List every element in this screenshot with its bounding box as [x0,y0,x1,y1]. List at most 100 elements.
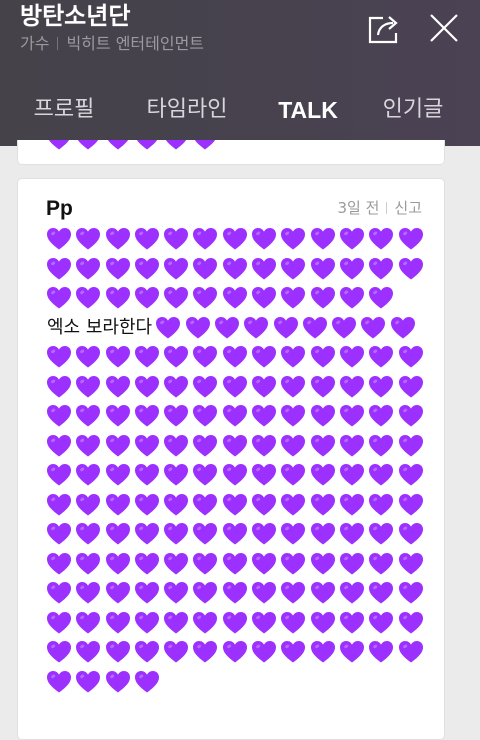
purple-heart-emoji [310,434,335,456]
purple-heart-emoji [164,582,189,604]
purple-heart-emoji [369,493,394,515]
purple-heart-emoji [134,434,159,456]
purple-heart-emoji [310,493,335,515]
share-button[interactable] [364,8,404,48]
purple-heart-emoji [398,464,423,486]
purple-heart-emoji [105,611,130,633]
purple-heart-emoji [369,346,394,368]
category-label: 가수 [20,34,50,53]
purple-heart-emoji [369,287,394,309]
purple-heart-emoji [390,316,415,338]
purple-heart-emoji [281,375,306,397]
purple-heart-emoji [164,611,189,633]
purple-heart-emoji [105,257,130,279]
tab-timeline[interactable]: 타임라인 [143,80,231,146]
purple-heart-emoji [134,523,159,545]
tab-popular[interactable]: 인기글 [380,80,446,146]
purple-heart-emoji [273,316,298,338]
purple-heart-emoji [252,434,277,456]
purple-heart-emoji [369,405,394,427]
purple-heart-emoji [339,552,364,574]
purple-heart-emoji [47,611,71,633]
close-button[interactable] [424,8,464,48]
purple-heart-emoji [78,140,99,150]
purple-heart-emoji [105,375,130,397]
purple-heart-emoji [281,346,306,368]
purple-heart-emoji [193,346,218,368]
purple-heart-emoji [134,228,159,250]
purple-heart-emoji [398,611,423,633]
purple-heart-emoji [134,287,159,309]
purple-heart-emoji [193,493,218,515]
purple-heart-emoji [252,464,277,486]
purple-heart-emoji [193,611,218,633]
purple-heart-emoji [193,552,218,574]
purple-heart-emoji [193,464,218,486]
purple-heart-emoji [193,434,218,456]
purple-heart-emoji [222,464,247,486]
close-icon [430,14,458,42]
purple-heart-emoji [47,434,71,456]
purple-heart-emoji [134,464,159,486]
tab-profile[interactable]: 프로필 [32,80,96,146]
purple-heart-emoji [339,582,364,604]
purple-heart-emoji [164,228,189,250]
purple-heart-emoji [398,552,423,574]
purple-heart-emoji [369,257,394,279]
purple-heart-emoji [252,523,277,545]
purple-heart-emoji [339,346,364,368]
purple-heart-emoji [105,582,130,604]
purple-heart-emoji [339,287,364,309]
purple-heart-emoji [222,582,247,604]
purple-heart-emoji [222,434,247,456]
purple-heart-emoji [252,346,277,368]
purple-heart-emoji [310,464,335,486]
purple-heart-emoji [398,434,423,456]
tab-talk[interactable]: TALK [273,80,343,146]
post-time: 3일 전 [337,199,380,217]
purple-heart-emoji [76,228,101,250]
purple-heart-emoji [339,611,364,633]
purple-heart-emoji [310,641,335,663]
purple-heart-emoji [47,582,71,604]
post-text: 엑소 보라한다 [47,316,153,338]
report-link[interactable]: 신고 [394,199,422,217]
purple-heart-emoji [47,287,71,309]
purple-heart-emoji [107,140,128,150]
purple-heart-emoji [76,287,101,309]
purple-heart-emoji [369,464,394,486]
purple-heart-emoji [222,375,247,397]
purple-heart-emoji [310,287,335,309]
purple-heart-emoji [222,552,247,574]
purple-heart-emoji [164,641,189,663]
purple-heart-emoji [76,611,101,633]
purple-heart-emoji [47,405,71,427]
purple-heart-emoji [76,375,101,397]
purple-heart-emoji [339,464,364,486]
purple-heart-emoji [252,552,277,574]
purple-heart-emoji [222,641,247,663]
purple-heart-emoji [193,641,218,663]
purple-heart-emoji [310,582,335,604]
purple-heart-emoji [398,257,423,279]
purple-heart-emoji [281,287,306,309]
purple-heart-emoji [252,257,277,279]
purple-heart-emoji [47,552,71,574]
purple-heart-emoji [339,641,364,663]
purple-heart-emoji [47,641,71,663]
purple-heart-emoji [332,316,357,338]
purple-heart-emoji [47,346,71,368]
previous-post-card [17,140,445,165]
purple-heart-emoji [105,552,130,574]
post-author[interactable]: Pp [46,197,73,221]
purple-heart-emoji [166,140,187,150]
page-title: 방탄소년단 [20,2,131,30]
purple-heart-emoji [339,434,364,456]
purple-heart-emoji [47,375,71,397]
purple-heart-emoji [252,493,277,515]
purple-heart-emoji [136,140,157,150]
purple-heart-emoji [47,257,71,279]
purple-heart-emoji [193,228,218,250]
purple-heart-emoji [369,434,394,456]
purple-heart-emoji [76,523,101,545]
